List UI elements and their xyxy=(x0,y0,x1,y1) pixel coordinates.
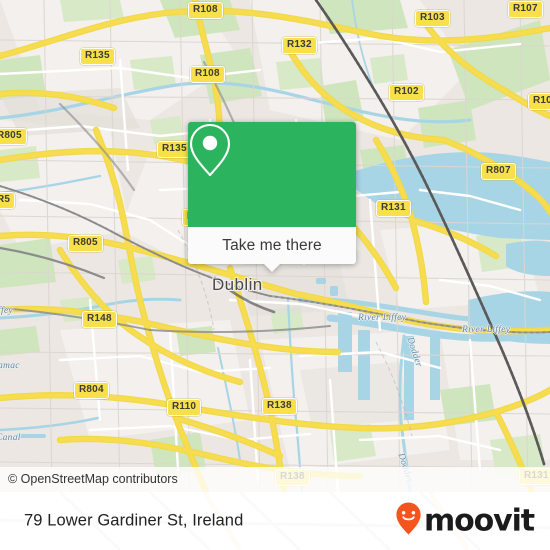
road-shield: R807 xyxy=(481,163,516,180)
road-shield: R804 xyxy=(74,382,109,399)
map-water-label: Canal xyxy=(0,433,21,443)
road-shield: R148 xyxy=(82,311,117,328)
map-canvas[interactable]: .land{fill:#ece7e2;} .lightland{fill:#f3… xyxy=(0,0,550,492)
road-shield: R805 xyxy=(68,235,103,252)
map-water-label: River Liffey xyxy=(462,325,511,335)
map-water-label: River Liffey xyxy=(358,313,407,323)
road-shield: R135 xyxy=(157,141,192,158)
road-shield: R5 xyxy=(0,192,16,209)
road-shield: R805 xyxy=(0,128,27,145)
road-shield: R108 xyxy=(188,2,223,19)
card-action-label: Take me there xyxy=(222,236,322,254)
address-label: 79 Lower Gardiner St, Ireland xyxy=(24,511,244,530)
bottom-info-bar: 79 Lower Gardiner St, Ireland moovit xyxy=(0,492,550,550)
road-shield: R132 xyxy=(282,37,317,54)
road-shield: R103 xyxy=(415,10,450,27)
map-water-label: ffey xyxy=(0,306,13,316)
road-shield: R138 xyxy=(262,398,297,415)
map-water-label: amac xyxy=(0,361,20,371)
road-shield: R107 xyxy=(508,1,543,18)
moovit-wordmark: moovit xyxy=(423,503,535,538)
road-shield: R109 xyxy=(528,93,550,110)
take-me-there-card[interactable]: Take me there xyxy=(188,122,356,272)
map-place-label: Dublin xyxy=(212,275,263,294)
card-header xyxy=(188,122,356,227)
road-shield: R102 xyxy=(389,84,424,101)
moovit-pin-icon xyxy=(395,502,422,541)
road-shield: R135 xyxy=(80,48,115,65)
road-shield: R110 xyxy=(167,399,202,416)
road-shield: R108 xyxy=(190,66,225,83)
osm-attribution[interactable]: © OpenStreetMap contributors xyxy=(0,467,550,492)
road-shield: R131 xyxy=(376,200,411,217)
moovit-logo[interactable]: moovit xyxy=(395,502,535,541)
card-action[interactable]: Take me there xyxy=(188,227,356,272)
card-pointer-tail xyxy=(263,263,281,272)
screenshot-root: .land{fill:#ece7e2;} .lightland{fill:#f3… xyxy=(0,0,550,550)
